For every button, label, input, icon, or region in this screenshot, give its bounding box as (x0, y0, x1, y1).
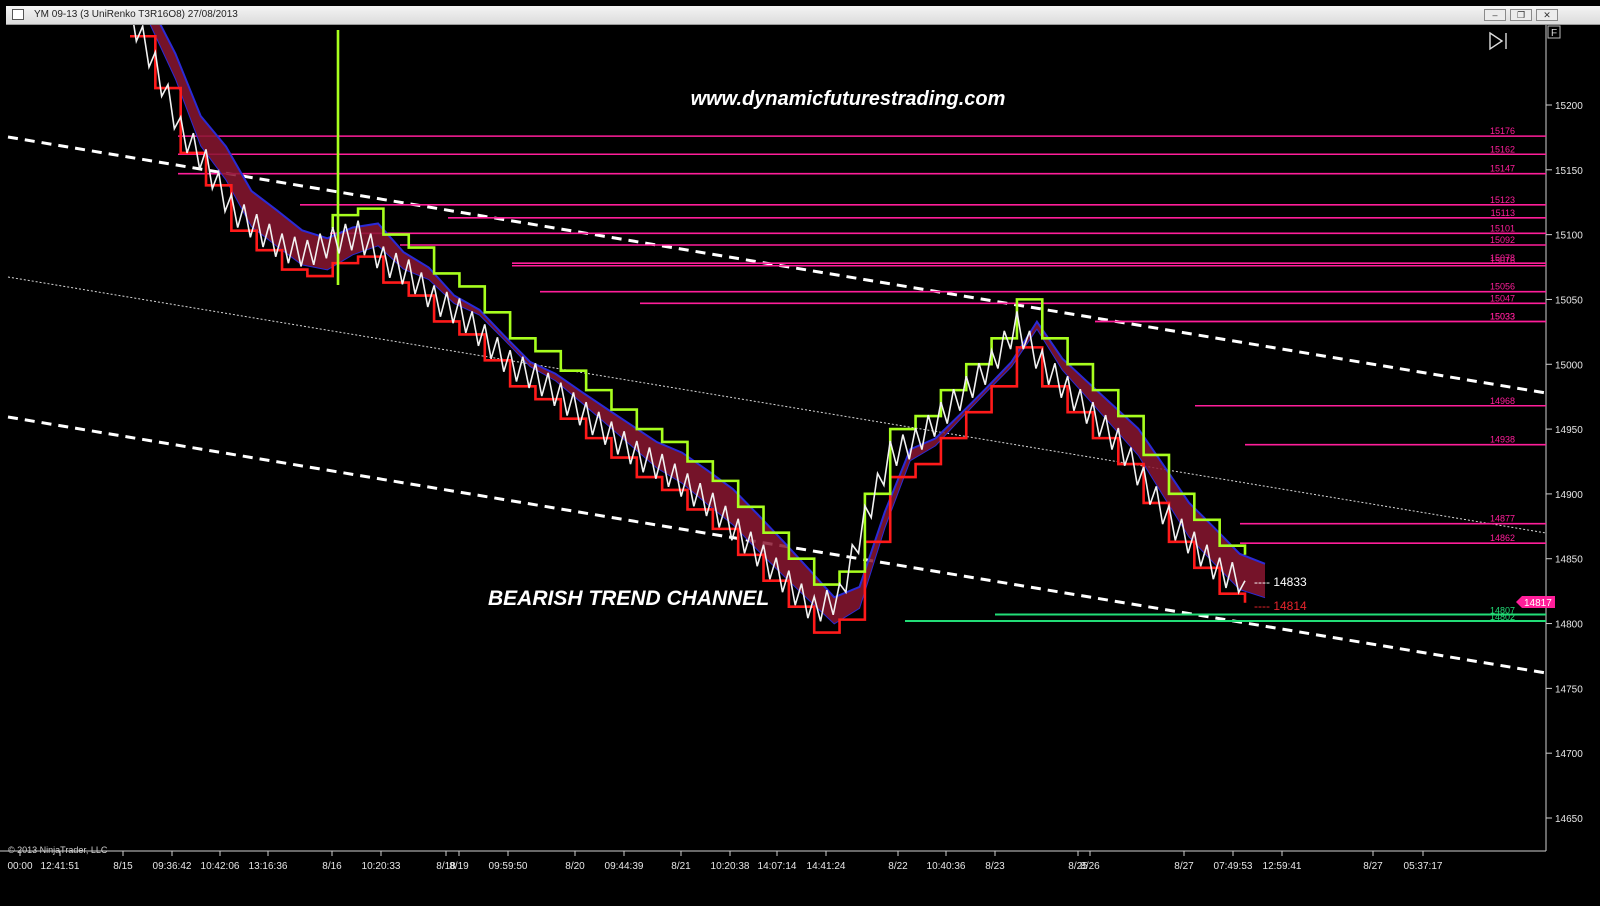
website-watermark: www.dynamicfuturestrading.com (691, 88, 1006, 110)
x-axis: 00:00 12:41:51 8/15 09:36:42 10:42:06 13:16:3… (7, 851, 1443, 872)
window-title: YM 09-13 (3 UniRenko T3R16O8) 27/08/2013 (34, 9, 238, 20)
y-tick-label: 15200 (1555, 101, 1583, 112)
x-tick-label: 8/21 (671, 861, 691, 872)
chart-window-icon (12, 9, 24, 20)
copyright-text: © 2013 NinjaTrader, LLC (8, 845, 108, 855)
svg-text:F: F (1551, 28, 1557, 39)
x-tick-label: 00:00 (7, 861, 32, 872)
x-tick-label: 14:07:14 (758, 861, 797, 872)
price-line-label-14814: ---- 14814 (1254, 599, 1307, 613)
y-tick-label: 15100 (1555, 231, 1583, 242)
y-tick-label: 14800 (1555, 620, 1583, 631)
price-line-label-14833: ---- 14833 (1254, 575, 1307, 589)
resistance-level-label: 15113 (1491, 208, 1515, 218)
x-tick-label: 8/19 (449, 861, 469, 872)
panel-f-button[interactable]: F (1547, 25, 1561, 39)
current-price-marker: 14817 (1516, 596, 1555, 609)
x-tick-label: 05:37:17 (1404, 861, 1443, 872)
x-tick-label: 8/15 (113, 861, 133, 872)
x-tick-label: 8/23 (985, 861, 1005, 872)
y-tick-label: 14750 (1555, 684, 1583, 695)
x-tick-label: 07:49:53 (1214, 861, 1253, 872)
x-tick-label: 8/16 (322, 861, 342, 872)
resistance-level-label: 15123 (1490, 195, 1515, 205)
x-tick-label: 09:44:39 (605, 861, 644, 872)
y-tick-label: 14900 (1555, 490, 1583, 501)
resistance-level-label: 15092 (1490, 235, 1515, 245)
x-tick-label: 8/26 (1080, 861, 1100, 872)
x-tick-label: 09:59:50 (489, 861, 528, 872)
resistance-level-label: 15033 (1490, 311, 1515, 321)
resistance-level-label: 15147 (1490, 164, 1515, 174)
y-axis: 15200 15150 15100 15050 15000 14950 14900 14850… (1546, 101, 1583, 825)
x-tick-label: 10:40:36 (927, 861, 966, 872)
x-tick-label: 14:41:24 (807, 861, 846, 872)
x-tick-label: 8/27 (1174, 861, 1194, 872)
resistance-level-label: 15101 (1490, 223, 1515, 233)
x-tick-label: 13:16:36 (249, 861, 288, 872)
x-tick-label: 12:59:41 (1263, 861, 1302, 872)
window-titlebar: YM 09-13 (3 UniRenko T3R16O8) 27/08/2013… (6, 6, 1600, 25)
resistance-level-label: 14862 (1490, 533, 1515, 543)
restore-button[interactable]: ❐ (1510, 9, 1532, 21)
x-tick-label: 10:20:33 (362, 861, 401, 872)
y-tick-label: 14700 (1555, 749, 1583, 760)
x-tick-label: 10:20:38 (711, 861, 750, 872)
plot-area (0, 25, 1546, 851)
y-tick-label: 14650 (1555, 814, 1583, 825)
resistance-level-label: 15056 (1490, 282, 1515, 292)
resistance-level-label: 15176 (1490, 126, 1515, 136)
resistance-level-label: 15047 (1490, 293, 1515, 303)
minimize-button[interactable]: – (1484, 9, 1506, 21)
svg-text:14817: 14817 (1524, 598, 1552, 609)
y-tick-label: 15050 (1555, 295, 1583, 306)
y-tick-label: 14950 (1555, 425, 1583, 436)
x-tick-label: 8/27 (1363, 861, 1383, 872)
support-level-label: 14802 (1490, 612, 1515, 622)
y-tick-label: 15000 (1555, 360, 1583, 371)
x-tick-label: 8/22 (888, 861, 908, 872)
x-tick-label: 8/20 (565, 861, 585, 872)
x-tick-label: 10:42:06 (201, 861, 240, 872)
y-tick-label: 15150 (1555, 166, 1583, 177)
resistance-level-label: 14877 (1490, 514, 1515, 524)
resistance-level-label: 15076 (1490, 256, 1515, 266)
trend-channel-annotation: BEARISH TREND CHANNEL (488, 587, 769, 610)
chart-canvas: 1517615162151471512315113151011509215078… (0, 25, 1583, 872)
price-chart[interactable]: 15176 15162 15147 15123 15113 15101 15092 15078… (0, 25, 1600, 906)
x-tick-label: 09:36:42 (153, 861, 192, 872)
y-tick-label: 14850 (1555, 555, 1583, 566)
resistance-level-label: 14968 (1490, 396, 1515, 406)
resistance-level-label: 15162 (1490, 144, 1515, 154)
x-tick-label: 12:41:51 (41, 861, 80, 872)
close-button[interactable]: ✕ (1536, 9, 1558, 21)
resistance-level-label: 14938 (1490, 435, 1515, 445)
